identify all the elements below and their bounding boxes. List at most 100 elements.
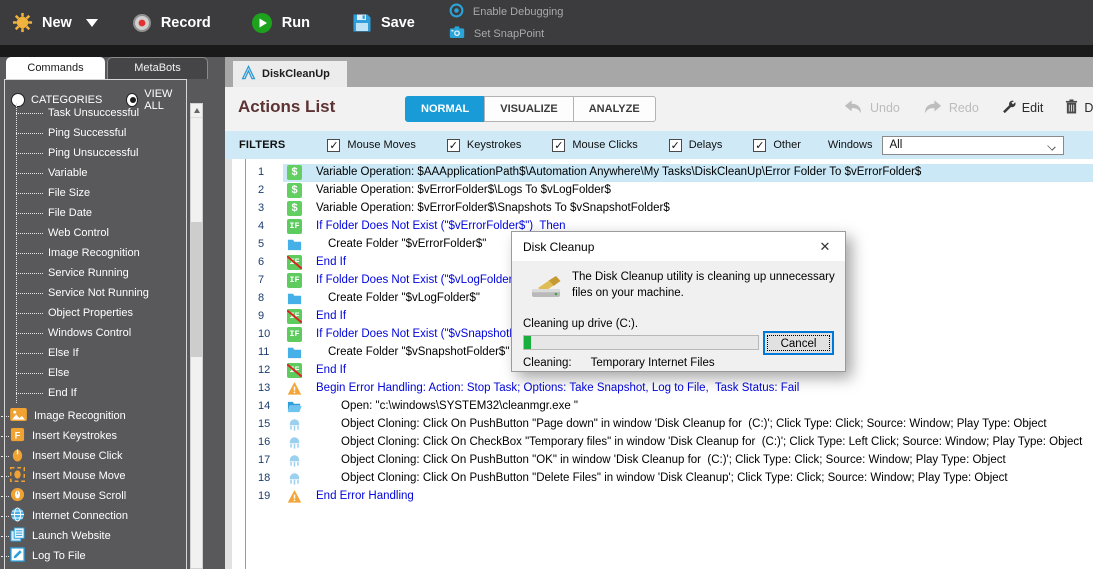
sidebar-scrollbar-thumb[interactable] bbox=[191, 222, 202, 357]
action-row-18[interactable]: 18 Object Cloning: Click On PushButton "D… bbox=[225, 470, 1093, 488]
website-icon bbox=[10, 527, 25, 545]
line-number: 10 bbox=[258, 328, 271, 340]
action-text: Create Folder "$vLogFolder$" bbox=[328, 292, 480, 304]
checkbox-icon[interactable]: ✓ bbox=[327, 138, 341, 152]
action-row-13[interactable]: 13 Begin Error Handling: Action: Stop Tas… bbox=[225, 380, 1093, 398]
checkbox-icon[interactable]: ✓ bbox=[446, 138, 460, 152]
disk-cleanup-icon bbox=[530, 272, 564, 303]
action-row-3[interactable]: 3 $ Variable Operation: $vErrorFolder$\Sna… bbox=[225, 200, 1093, 218]
undo-button: Undo bbox=[843, 99, 900, 117]
dialog-titlebar[interactable]: Disk Cleanup bbox=[512, 232, 845, 261]
automation-anywhere-logo-icon bbox=[241, 64, 256, 83]
run-icon bbox=[251, 12, 273, 34]
if-icon: IF bbox=[287, 219, 302, 234]
line-number: 18 bbox=[258, 472, 271, 484]
action-row-2[interactable]: 2 $ Variable Operation: $vErrorFolder$\Log… bbox=[225, 182, 1093, 200]
record-button[interactable]: Record bbox=[132, 13, 211, 33]
line-number: 19 bbox=[258, 490, 271, 502]
snappoint-camera-icon bbox=[449, 25, 465, 42]
action-text: Variable Operation: $vErrorFolder$\Snaps… bbox=[316, 202, 670, 214]
mouse-click-icon bbox=[10, 447, 25, 465]
variable-icon: $ bbox=[287, 165, 302, 180]
warning-icon bbox=[287, 381, 302, 396]
action-text: Object Cloning: Click On PushButton "Pag… bbox=[341, 418, 1047, 430]
enable-debugging-button[interactable]: Enable Debugging bbox=[449, 3, 563, 21]
object-cloning-icon bbox=[287, 471, 302, 486]
action-text: End If bbox=[316, 364, 347, 376]
scrollbar-up-arrow-icon[interactable] bbox=[191, 104, 202, 118]
checkbox-icon[interactable]: ✓ bbox=[753, 138, 767, 152]
cleaning-status-label: Cleaning: bbox=[523, 357, 572, 369]
line-number: 11 bbox=[258, 346, 270, 358]
filter-mouse-clicks[interactable]: ✓ Mouse Clicks bbox=[552, 138, 638, 152]
line-number: 15 bbox=[258, 418, 271, 430]
line-number: 8 bbox=[258, 292, 265, 304]
doc-tab-diskcleanup[interactable]: DiskCleanUp bbox=[233, 61, 347, 87]
folder-icon bbox=[287, 291, 302, 306]
cleaning-status-value: Temporary Internet Files bbox=[590, 357, 715, 369]
dialog-message: The Disk Cleanup utility is cleaning up … bbox=[572, 271, 835, 299]
warning-icon bbox=[287, 489, 302, 504]
object-cloning-icon bbox=[287, 417, 302, 432]
new-dropdown-caret[interactable] bbox=[85, 18, 98, 27]
action-row-19[interactable]: 19 End Error Handling bbox=[225, 488, 1093, 506]
sidebar-tab-commands[interactable]: Commands bbox=[6, 57, 105, 79]
action-row-1[interactable]: 1 $ Variable Operation: $AAApplicationPath… bbox=[225, 164, 1093, 182]
filter-mouse-moves[interactable]: ✓ Mouse Moves bbox=[327, 138, 416, 152]
delete-button[interactable]: Delete bbox=[1065, 99, 1093, 117]
action-row-15[interactable]: 15 Object Cloning: Click On PushButton "P… bbox=[225, 416, 1093, 434]
end-if-icon: IF bbox=[287, 363, 302, 378]
action-row-16[interactable]: 16 Object Cloning: Click On CheckBox "Tem… bbox=[225, 434, 1093, 452]
sidebar-item-label: Insert Keystrokes bbox=[32, 430, 117, 442]
action-text: End Error Handling bbox=[316, 490, 414, 502]
end-if-icon: IF bbox=[287, 255, 302, 270]
new-button[interactable]: New bbox=[12, 12, 72, 33]
filter-delays[interactable]: ✓ Delays bbox=[668, 138, 723, 152]
filter-keystrokes[interactable]: ✓ Keystrokes bbox=[446, 138, 522, 152]
line-number: 6 bbox=[258, 256, 265, 268]
line-number: 1 bbox=[258, 166, 265, 178]
filters-bar: FILTERS ✓ Mouse Moves ✓ Keystrokes ✓ Mouse Cl… bbox=[225, 131, 1093, 159]
internet-icon bbox=[10, 507, 25, 525]
page-title: Actions List bbox=[238, 97, 336, 116]
line-number: 4 bbox=[258, 220, 265, 232]
action-row-14[interactable]: 14 Open: "c:\windows\SYSTEM32\cleanmgr.ex… bbox=[225, 398, 1093, 416]
filter-label: Mouse Moves bbox=[347, 139, 416, 151]
trash-icon bbox=[1065, 99, 1078, 117]
run-label: Run bbox=[281, 14, 310, 31]
action-text: Create Folder "$vErrorFolder$" bbox=[328, 238, 487, 250]
cancel-button[interactable]: Cancel bbox=[763, 331, 834, 355]
filter-label: Delays bbox=[688, 139, 723, 151]
action-text: End If bbox=[316, 256, 347, 268]
save-button[interactable]: Save bbox=[352, 13, 415, 33]
edit-button[interactable]: Edit bbox=[1001, 99, 1043, 117]
line-number: 2 bbox=[258, 184, 265, 196]
sidebar-scrollbar[interactable] bbox=[190, 103, 203, 569]
windows-dropdown[interactable]: All bbox=[881, 135, 1064, 155]
record-icon bbox=[132, 13, 152, 33]
view-button-visualize[interactable]: VISUALIZE bbox=[484, 96, 574, 122]
sidebar-item-label: Launch Website bbox=[32, 530, 111, 542]
action-row-17[interactable]: 17 Object Cloning: Click On PushButton "O… bbox=[225, 452, 1093, 470]
sidebar-item-label: Insert Mouse Move bbox=[32, 470, 126, 482]
checkbox-icon[interactable]: ✓ bbox=[668, 138, 682, 152]
run-button[interactable]: Run bbox=[251, 12, 310, 34]
set-snappoint-button[interactable]: Set SnapPoint bbox=[449, 25, 564, 42]
sidebar-tab-metabots[interactable]: MetaBots bbox=[107, 57, 208, 79]
line-number: 13 bbox=[258, 382, 271, 394]
top-toolbar: New Record Run Save Enable Debugging Set… bbox=[0, 0, 1093, 45]
app-window: New Record Run Save Enable Debugging Set… bbox=[0, 0, 1093, 569]
sidebar-item-label: Insert Mouse Scroll bbox=[32, 490, 127, 502]
line-number: 9 bbox=[258, 310, 265, 322]
save-label: Save bbox=[380, 14, 415, 31]
enable-debugging-icon bbox=[449, 3, 464, 21]
filter-label: Keystrokes bbox=[466, 139, 522, 151]
view-button-normal[interactable]: NORMAL bbox=[405, 96, 486, 122]
filter-other[interactable]: ✓ Other bbox=[753, 138, 801, 152]
disk-cleanup-dialog: Disk Cleanup ✕ The Disk Cleanup utility … bbox=[511, 231, 846, 372]
edit-actions-group: Undo Redo Edit Delete bbox=[843, 99, 1093, 117]
close-icon[interactable]: ✕ bbox=[805, 232, 845, 261]
view-button-analyze[interactable]: ANALYZE bbox=[572, 96, 656, 122]
action-label: Delete bbox=[1084, 101, 1093, 115]
checkbox-icon[interactable]: ✓ bbox=[552, 138, 566, 152]
